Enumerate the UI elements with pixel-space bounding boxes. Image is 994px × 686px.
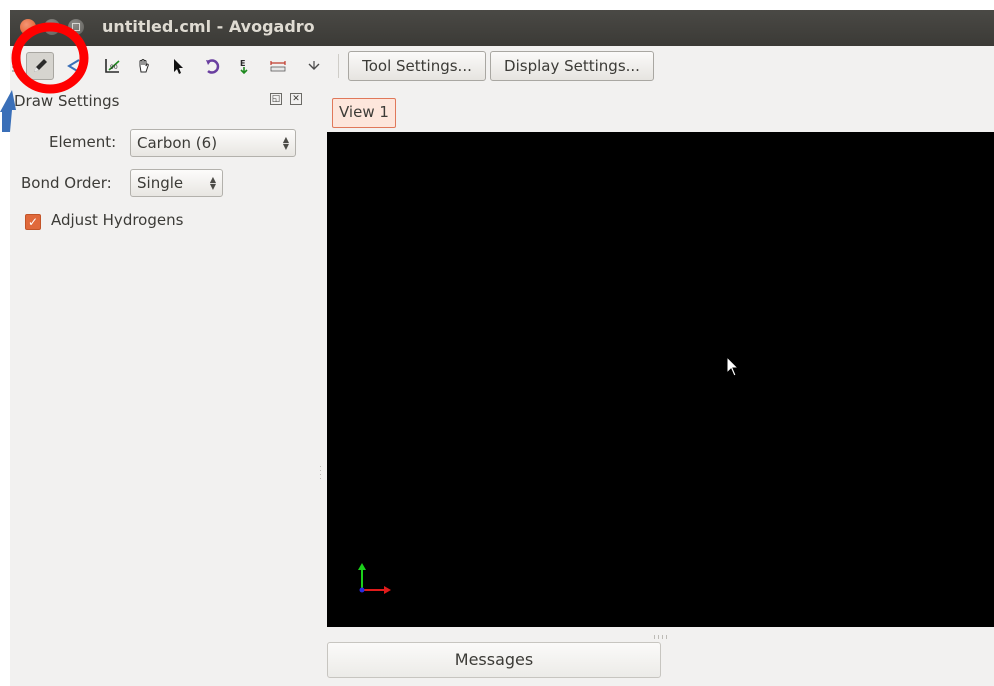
draw-tool-button[interactable] bbox=[26, 52, 54, 80]
panel-title: Draw Settings bbox=[14, 92, 120, 110]
angle-icon: 90 bbox=[105, 59, 120, 73]
element-value: Carbon (6) bbox=[137, 134, 218, 152]
align-icon bbox=[308, 61, 320, 70]
navigate-tool-button[interactable] bbox=[60, 52, 88, 80]
svg-text:E: E bbox=[240, 59, 245, 68]
pencil-icon bbox=[34, 59, 47, 72]
energy-icon: E bbox=[240, 59, 248, 75]
close-window-button[interactable] bbox=[20, 19, 36, 35]
adjust-hydrogens-label: Adjust Hydrogens bbox=[51, 211, 184, 229]
hand-icon bbox=[139, 59, 149, 73]
view-splitter[interactable] bbox=[654, 635, 668, 639]
minimize-window-button[interactable] bbox=[44, 19, 60, 35]
toolbar-grip[interactable] bbox=[12, 58, 16, 74]
manipulate-tool-button[interactable] bbox=[130, 52, 158, 80]
draw-settings-panel: Draw Settings ◱ ✕ Element: Carbon (6) ▲ ▼… bbox=[10, 86, 324, 686]
display-settings-button[interactable]: Display Settings... bbox=[490, 51, 654, 81]
align-tool-button[interactable] bbox=[300, 52, 328, 80]
auto-rotate-tool-button[interactable] bbox=[198, 52, 226, 80]
toolbar-separator bbox=[338, 54, 339, 78]
molecule-view-canvas[interactable] bbox=[327, 132, 994, 627]
ruler-icon bbox=[270, 61, 286, 72]
mouse-cursor-icon bbox=[726, 356, 740, 377]
close-panel-icon[interactable]: ✕ bbox=[290, 93, 302, 105]
float-panel-icon[interactable]: ◱ bbox=[270, 93, 282, 105]
rotate-icon bbox=[206, 59, 220, 74]
measure-tool-button[interactable] bbox=[264, 52, 292, 80]
adjust-hydrogens-checkbox[interactable]: ✓ bbox=[25, 214, 41, 230]
spin-arrows-icon: ▲ ▼ bbox=[282, 135, 289, 151]
maximize-window-button[interactable] bbox=[68, 19, 84, 35]
bond-order-label: Bond Order: bbox=[21, 174, 112, 192]
title-bar: untitled.cml - Avogadro bbox=[10, 10, 994, 46]
axes-indicator-icon bbox=[358, 563, 391, 594]
element-select[interactable]: Carbon (6) ▲ ▼ bbox=[130, 129, 296, 157]
select-tool-button[interactable] bbox=[164, 52, 192, 80]
arrow-pointer-icon bbox=[174, 59, 183, 74]
toolbar: 90 E Tool Settings... Display Settings..… bbox=[10, 46, 994, 86]
window-title: untitled.cml - Avogadro bbox=[102, 17, 315, 36]
navigate-icon bbox=[67, 59, 80, 73]
bond-order-select[interactable]: Single ▲ ▼ bbox=[130, 169, 223, 197]
bond-centric-tool-button[interactable]: 90 bbox=[98, 52, 126, 80]
element-label: Element: bbox=[49, 133, 117, 151]
spin-arrows-icon: ▲ ▼ bbox=[209, 175, 216, 191]
bond-order-value: Single bbox=[137, 174, 184, 192]
svg-text:90: 90 bbox=[110, 64, 118, 71]
tab-view-1[interactable]: View 1 bbox=[332, 98, 396, 128]
messages-tab[interactable]: Messages bbox=[327, 642, 661, 678]
tool-settings-button[interactable]: Tool Settings... bbox=[348, 51, 486, 81]
auto-optimize-tool-button[interactable]: E bbox=[230, 52, 258, 80]
